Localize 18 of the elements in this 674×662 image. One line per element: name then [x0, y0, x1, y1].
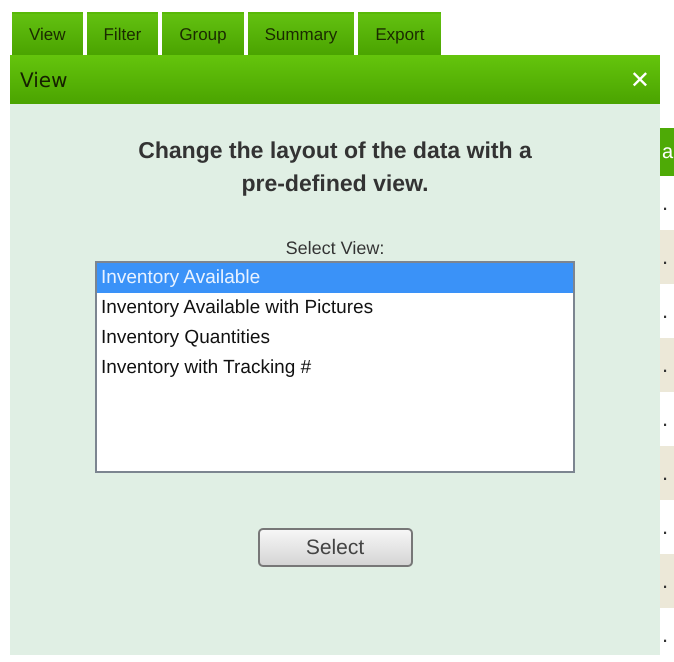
list-option[interactable]: Inventory Quantities — [97, 323, 573, 353]
table-cell: . — [660, 338, 674, 392]
tab[interactable]: View — [12, 12, 83, 55]
list-option[interactable]: Inventory Available with Pictures — [97, 293, 573, 323]
tab[interactable]: Summary — [248, 12, 354, 55]
tab[interactable]: Group — [162, 12, 244, 55]
dialog-heading: Change the layout of the data with a pre-defined view. — [137, 136, 533, 198]
table-cell: . — [660, 446, 674, 500]
tab[interactable]: Filter — [86, 12, 158, 55]
table-cell: . — [660, 230, 674, 284]
select-button[interactable]: Select — [258, 528, 412, 567]
tab[interactable]: Export — [358, 12, 442, 55]
list-label: Select View: — [286, 238, 384, 259]
dialog-title: View — [20, 68, 68, 92]
view-listbox[interactable]: Inventory Available Inventory Available with Pictures Inventory Quantities Inventory with Tracking # — [95, 261, 575, 473]
table-cell: . — [660, 554, 674, 608]
list-option[interactable]: Inventory with Tracking # — [97, 353, 573, 383]
column-header: a — [660, 128, 674, 176]
